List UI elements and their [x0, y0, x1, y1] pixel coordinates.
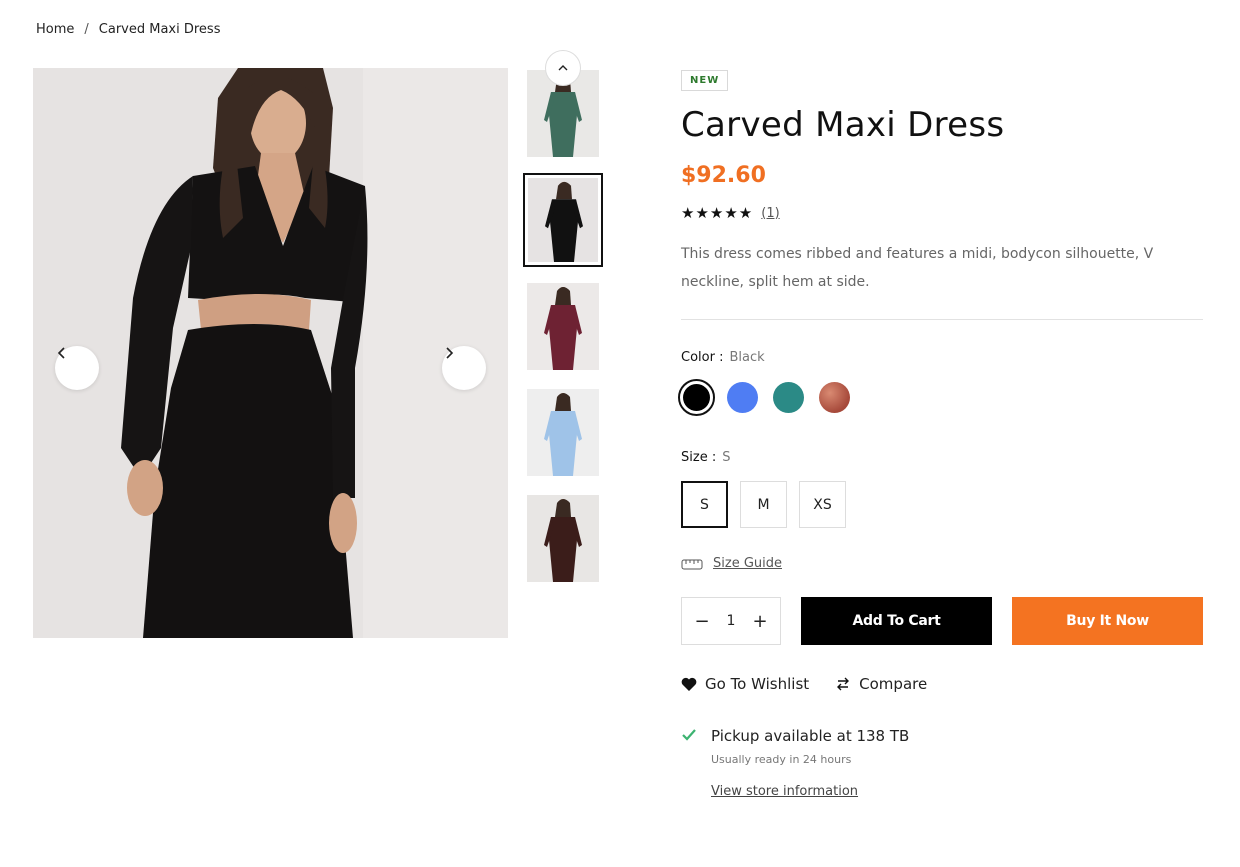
- product-info: NEW Carved Maxi Dress $92.60 ★★★★★ (1) T…: [678, 68, 1203, 799]
- chevron-up-icon: [558, 65, 568, 71]
- thumbnail-5[interactable]: [527, 495, 599, 582]
- breadcrumb-separator: /: [84, 22, 89, 37]
- size-guide-link[interactable]: Size Guide: [713, 556, 782, 571]
- product-rating: ★★★★★ (1): [681, 204, 1203, 222]
- compare-arrows-icon: [837, 677, 850, 691]
- pickup-info: Pickup available at 138 TB Usually ready…: [681, 727, 1203, 799]
- heart-icon: [681, 677, 697, 691]
- thumbnail-image: [527, 389, 599, 476]
- color-label: Color : Black: [681, 350, 1203, 365]
- ruler-icon: [681, 559, 703, 569]
- chevron-left-icon: [57, 347, 65, 359]
- size-option-xs[interactable]: XS: [799, 481, 846, 528]
- color-swatches: [678, 379, 1203, 416]
- product-photo: [33, 68, 508, 638]
- size-guide: Size Guide: [681, 556, 1203, 571]
- gallery-prev-button[interactable]: [55, 346, 99, 390]
- swatch-teal[interactable]: [773, 382, 804, 413]
- quantity-value[interactable]: 1: [727, 613, 736, 629]
- wishlist-link[interactable]: Go To Wishlist: [681, 675, 809, 693]
- pickup-availability: Pickup available at 138 TB: [711, 727, 910, 745]
- add-to-cart-button[interactable]: Add To Cart: [801, 597, 992, 645]
- thumbnails-up-button[interactable]: [545, 50, 581, 86]
- thumbnail-image: [527, 495, 599, 582]
- wishlist-label: Go To Wishlist: [705, 675, 810, 693]
- breadcrumb: Home / Carved Maxi Dress: [36, 22, 220, 37]
- compare-label: Compare: [859, 675, 928, 693]
- quantity-stepper: − 1 +: [681, 597, 781, 645]
- swatch-rust[interactable]: [819, 382, 850, 413]
- product-title: Carved Maxi Dress: [681, 105, 1005, 145]
- size-label-text: Size :: [681, 450, 717, 465]
- thumbnail-2[interactable]: [523, 173, 603, 267]
- secondary-actions: Go To Wishlist Compare: [681, 675, 1203, 693]
- quantity-minus-button[interactable]: −: [690, 609, 714, 633]
- swatch-blue[interactable]: [727, 382, 758, 413]
- thumbnail-4[interactable]: [527, 389, 599, 476]
- product-price: $92.60: [681, 163, 766, 188]
- breadcrumb-home[interactable]: Home: [36, 22, 74, 37]
- chevron-right-icon: [446, 347, 454, 359]
- thumbnail-image: [528, 178, 598, 262]
- size-option-s[interactable]: S: [681, 481, 728, 528]
- size-options: S M XS: [681, 481, 1203, 528]
- review-count-link[interactable]: (1): [761, 206, 779, 221]
- main-product-image: [33, 68, 508, 638]
- breadcrumb-current: Carved Maxi Dress: [98, 22, 221, 37]
- size-option-m[interactable]: M: [740, 481, 787, 528]
- view-store-info-link[interactable]: View store information: [711, 784, 858, 799]
- new-badge: NEW: [681, 70, 729, 91]
- thumbnail-3[interactable]: [527, 283, 599, 370]
- swatch-black[interactable]: [678, 379, 715, 416]
- pickup-ready-time: Usually ready in 24 hours: [711, 753, 852, 766]
- size-selected-value: S: [722, 450, 731, 465]
- compare-link[interactable]: Compare: [835, 675, 927, 693]
- buy-now-button[interactable]: Buy It Now: [1012, 597, 1203, 645]
- star-rating-icon: ★★★★★: [681, 204, 754, 222]
- divider: [681, 319, 1203, 320]
- color-selected-value: Black: [729, 350, 765, 365]
- quantity-plus-button[interactable]: +: [748, 609, 772, 633]
- color-label-text: Color :: [681, 350, 724, 365]
- size-label: Size : S: [681, 450, 1203, 465]
- product-description: This dress comes ribbed and features a m…: [681, 246, 1154, 290]
- check-icon: [682, 729, 696, 741]
- cart-row: − 1 + Add To Cart Buy It Now: [681, 597, 1203, 645]
- gallery-next-button[interactable]: [442, 346, 486, 390]
- thumbnail-image: [527, 283, 599, 370]
